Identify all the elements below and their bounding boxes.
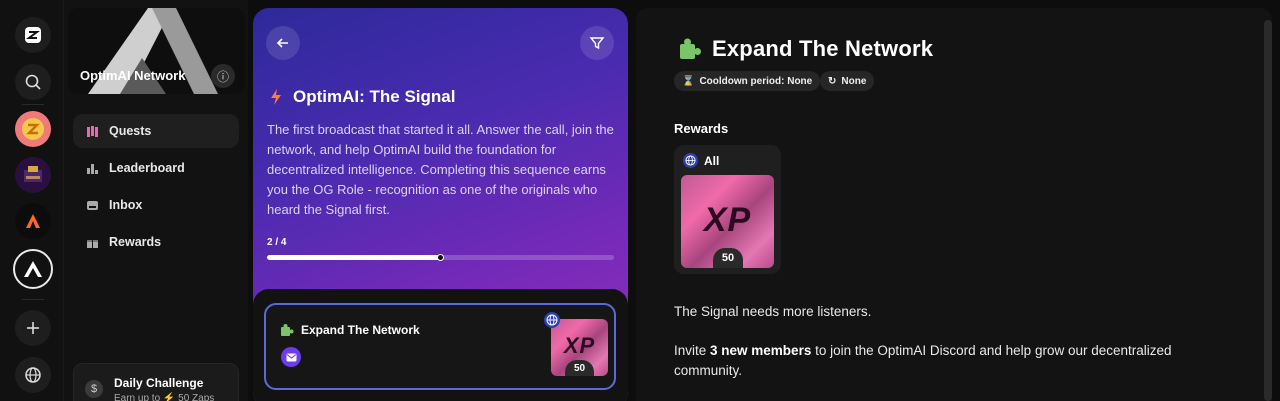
progress-bar xyxy=(267,254,614,261)
back-button[interactable] xyxy=(266,26,300,60)
scrollbar[interactable] xyxy=(1264,20,1272,401)
community-avatar-3[interactable] xyxy=(15,203,51,239)
puzzle-icon xyxy=(281,324,294,336)
rewards-heading: Rewards xyxy=(674,121,729,136)
info-icon[interactable]: ⓘ xyxy=(211,64,235,88)
xp-reward-label: XP xyxy=(563,333,596,358)
hourglass-icon: ⌛ xyxy=(682,75,695,87)
para2-text-bold: 3 new members xyxy=(710,343,812,358)
bar-chart-icon xyxy=(87,163,98,174)
rail-divider xyxy=(22,104,44,105)
sidebar-item-label: Rewards xyxy=(109,235,162,249)
coin-icon: $ xyxy=(85,380,103,398)
recurrence-chip-text: None xyxy=(841,75,867,87)
search-icon[interactable] xyxy=(15,64,51,100)
quest-detail: Expand The Network ⌛ Cooldown period: No… xyxy=(636,8,1272,401)
community-banner: OptimAI Network ⓘ xyxy=(68,8,245,94)
gift-icon xyxy=(87,239,98,248)
progress-fill xyxy=(267,255,441,260)
progress-label: 2 / 4 xyxy=(267,237,287,248)
daily-challenge-card[interactable]: $ Daily Challenge Earn up to ⚡ 50 Zaps xyxy=(73,363,239,401)
description-paragraph-1: The Signal needs more listeners. xyxy=(674,304,872,319)
zealy-logo-icon[interactable] xyxy=(15,17,51,53)
sidebar-item-label: Inbox xyxy=(109,198,143,212)
quest-card-expand-network[interactable]: Expand The Network XP 50 xyxy=(264,303,616,390)
globe-icon xyxy=(683,153,698,168)
xp-reward-image: XP 50 xyxy=(681,175,774,268)
arrow-left-icon xyxy=(276,38,288,48)
cooldown-chip: ⌛ Cooldown period: None xyxy=(674,71,821,91)
community-avatar-2[interactable] xyxy=(15,157,51,193)
quest-card-title-text: Expand The Network xyxy=(301,323,420,337)
refresh-icon: ↻ xyxy=(828,75,837,87)
daily-challenge-subtitle: Earn up to ⚡ 50 Zaps xyxy=(114,393,215,401)
quest-title-text: Expand The Network xyxy=(712,36,934,61)
progress-knob xyxy=(436,254,444,261)
community-sidebar: OptimAI Network ⓘ Quests Leaderboard Inb… xyxy=(64,0,248,401)
add-community-icon[interactable] xyxy=(15,310,51,346)
globe-icon xyxy=(544,312,560,328)
sidebar-item-rewards[interactable]: Rewards xyxy=(73,225,239,259)
map-icon xyxy=(87,125,98,137)
filter-button[interactable] xyxy=(580,26,614,60)
bolt-icon xyxy=(271,89,281,105)
sidebar-item-label: Quests xyxy=(109,124,152,138)
recurrence-chip: ↻ None xyxy=(820,71,875,91)
para2-text-pre: Invite xyxy=(674,343,711,358)
description-paragraph-2: Invite 3 new members to join the OptimAI… xyxy=(674,341,1234,381)
community-avatar-optimai[interactable] xyxy=(13,249,53,289)
community-rail xyxy=(0,0,64,401)
puzzle-icon xyxy=(680,38,701,59)
module-description: The first broadcast that started it all.… xyxy=(267,122,614,217)
module-panel: OptimAI: The Signal The first broadcast … xyxy=(253,8,628,401)
reward-audience: All xyxy=(683,153,719,168)
sidebar-item-quests[interactable]: Quests xyxy=(73,114,239,148)
community-name: OptimAI Network xyxy=(80,68,186,83)
sidebar-item-leaderboard[interactable]: Leaderboard xyxy=(73,151,239,185)
community-avatar-1[interactable] xyxy=(15,111,51,147)
xp-reward-thumbnail: XP 50 xyxy=(551,319,608,376)
inbox-icon xyxy=(87,200,98,210)
daily-challenge-title: Daily Challenge xyxy=(114,376,204,390)
cooldown-chip-text: Cooldown period: None xyxy=(699,75,813,87)
xp-value-badge: 50 xyxy=(713,248,743,268)
mail-icon xyxy=(281,347,301,367)
rail-divider xyxy=(22,299,44,300)
module-title: OptimAI: The Signal xyxy=(269,87,455,107)
filter-icon xyxy=(589,37,605,50)
quest-card-title: Expand The Network xyxy=(280,323,420,337)
xp-reward-label: XP xyxy=(703,201,752,239)
reward-card: All XP 50 xyxy=(674,145,781,274)
reward-audience-text: All xyxy=(704,153,720,168)
globe-icon[interactable] xyxy=(15,357,51,393)
quest-list: Expand The Network XP 50 xyxy=(253,289,628,401)
app-root: OptimAI Network ⓘ Quests Leaderboard Inb… xyxy=(0,0,1280,401)
sidebar-item-label: Leaderboard xyxy=(109,161,185,175)
sidebar-item-inbox[interactable]: Inbox xyxy=(73,188,239,222)
quest-title: Expand The Network xyxy=(678,36,933,62)
xp-value-badge: 50 xyxy=(565,360,594,376)
module-title-text: OptimAI: The Signal xyxy=(293,87,456,106)
